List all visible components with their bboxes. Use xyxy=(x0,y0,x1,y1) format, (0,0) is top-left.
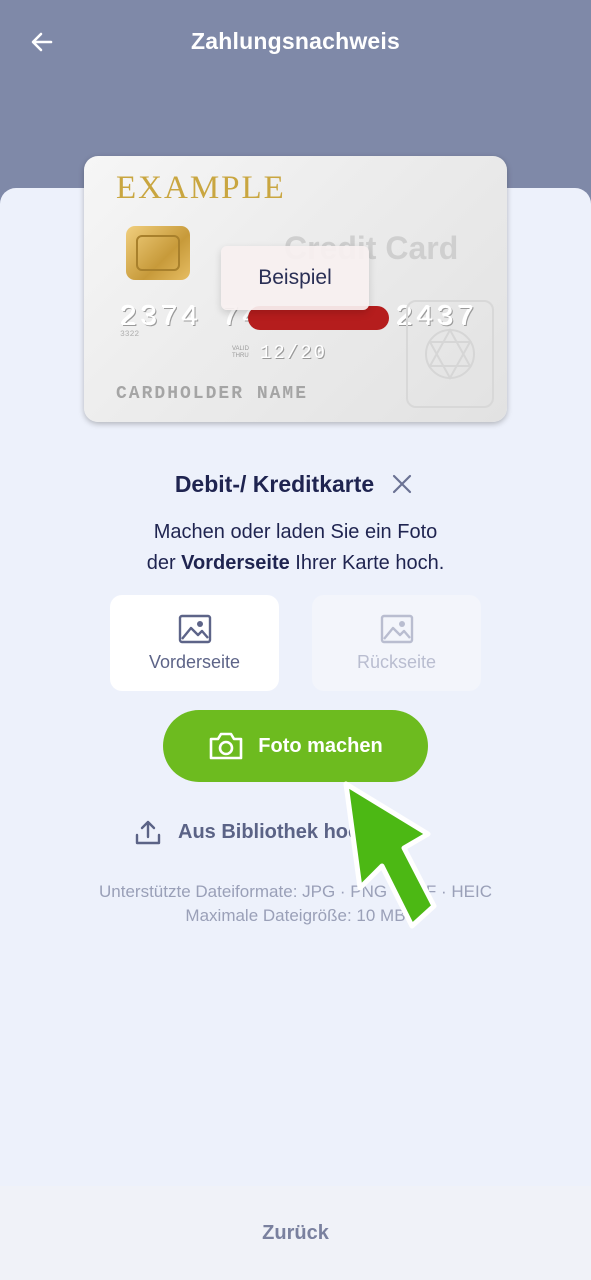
page-title: Zahlungsnachweis xyxy=(191,28,400,54)
upload-icon xyxy=(135,820,161,845)
instruction-bold: Vorderseite xyxy=(181,552,290,574)
document-title: Debit-/ Kreditkarte xyxy=(174,470,375,497)
footer-bar: Zurück xyxy=(0,1186,591,1280)
example-label: Beispiel xyxy=(221,246,369,310)
supported-formats: Unterstützte Dateiformate: JPG · PNG · P… xyxy=(99,882,492,901)
camera-icon xyxy=(209,732,243,760)
instruction-text: Machen oder laden Sie ein Foto der Vorde… xyxy=(0,517,591,579)
front-side-tile[interactable]: Vorderseite xyxy=(110,595,279,691)
chip-icon xyxy=(126,226,190,280)
document-title-row: Debit-/ Kreditkarte xyxy=(0,470,591,498)
back-side-tile[interactable]: Rückseite xyxy=(312,595,481,691)
file-info: Unterstützte Dateiformate: JPG · PNG · P… xyxy=(0,880,591,928)
instruction-line-2: der Vorderseite Ihrer Karte hoch. xyxy=(0,548,591,579)
max-file-size: Maximale Dateigröße: 10 MB xyxy=(185,906,406,925)
pointer-arrow-icon xyxy=(343,781,437,929)
image-icon xyxy=(380,614,413,643)
take-photo-button[interactable]: Foto machen xyxy=(163,710,428,782)
card-expiry: 12/20 xyxy=(260,342,328,364)
example-credit-card: EXAMPLE Credit Card 2374 74 2437 3322 VA… xyxy=(84,156,507,422)
card-holder-name: CARDHOLDER NAME xyxy=(116,384,309,404)
instruction-post: Ihrer Karte hoch. xyxy=(289,552,445,574)
valid-thru-label: VALID THRU xyxy=(232,346,249,360)
take-photo-label: Foto machen xyxy=(258,734,383,757)
back-side-label: Rückseite xyxy=(356,651,437,672)
close-button[interactable] xyxy=(388,470,416,498)
back-link[interactable]: Zurück xyxy=(262,1222,329,1245)
card-brand: EXAMPLE xyxy=(116,170,286,206)
front-side-label: Vorderseite xyxy=(148,651,241,672)
instruction-pre: der xyxy=(146,552,182,574)
valid-label: VALID xyxy=(232,346,249,352)
hologram-icon xyxy=(406,300,494,408)
card-small-number: 3322 xyxy=(120,330,140,339)
thru-label: THRU xyxy=(232,353,249,359)
instruction-line-1: Machen oder laden Sie ein Foto xyxy=(153,521,438,543)
image-icon xyxy=(178,614,211,643)
close-icon xyxy=(393,474,412,494)
